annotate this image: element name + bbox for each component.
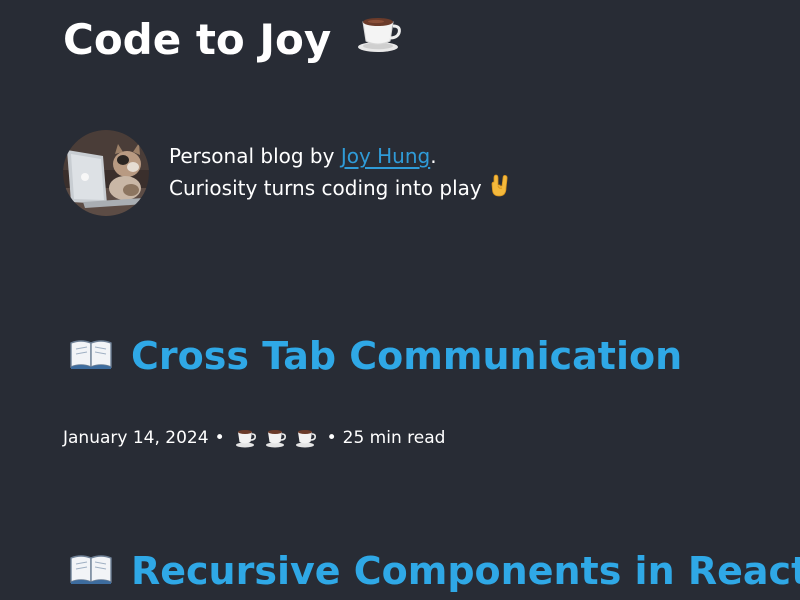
author-bio: Personal blog by Joy Hung. Curiosity tur… — [63, 130, 510, 216]
bio-line: Personal blog by Joy Hung. — [169, 140, 510, 172]
rock-on-hand-icon — [490, 174, 510, 207]
open-book-icon — [69, 545, 113, 597]
post-date: January 14, 2024 — [63, 428, 209, 448]
coffee-cup-icon — [265, 430, 286, 448]
bio-text: Personal blog by Joy Hung. Curiosity tur… — [169, 140, 510, 207]
tagline-text: Curiosity turns coding into play — [169, 175, 482, 200]
post-title-link[interactable]: Recursive Components in React — [131, 545, 800, 597]
post-title-link[interactable]: Cross Tab Communication — [131, 330, 682, 382]
open-book-icon — [69, 330, 113, 382]
bio-prefix: Personal blog by — [169, 143, 341, 168]
site-title-text[interactable]: Code to Joy — [63, 15, 331, 64]
bio-suffix: . — [430, 143, 437, 168]
coffee-cup-icon — [357, 14, 403, 66]
coffee-cup-icon — [235, 430, 256, 448]
author-link[interactable]: Joy Hung — [341, 144, 430, 168]
post-item: Recursive Components in React — [63, 545, 800, 597]
coffee-cup-icon — [295, 430, 316, 448]
tagline: Curiosity turns coding into play — [169, 172, 510, 207]
meta-separator: • — [326, 428, 337, 448]
post-meta: January 14, 2024 • • 25 min read — [63, 428, 445, 448]
reading-time-cups — [235, 428, 317, 448]
post-item: Cross Tab Communication January 14, 2024… — [63, 330, 682, 448]
meta-separator: • — [214, 428, 225, 448]
blog-page: Code to Joy Personal blog by Joy Hung. C… — [0, 0, 800, 600]
avatar — [63, 130, 149, 216]
site-title[interactable]: Code to Joy — [63, 14, 403, 66]
post-title: Cross Tab Communication — [63, 330, 682, 382]
reading-time: 25 min read — [342, 428, 446, 448]
post-title: Recursive Components in React — [63, 545, 800, 597]
